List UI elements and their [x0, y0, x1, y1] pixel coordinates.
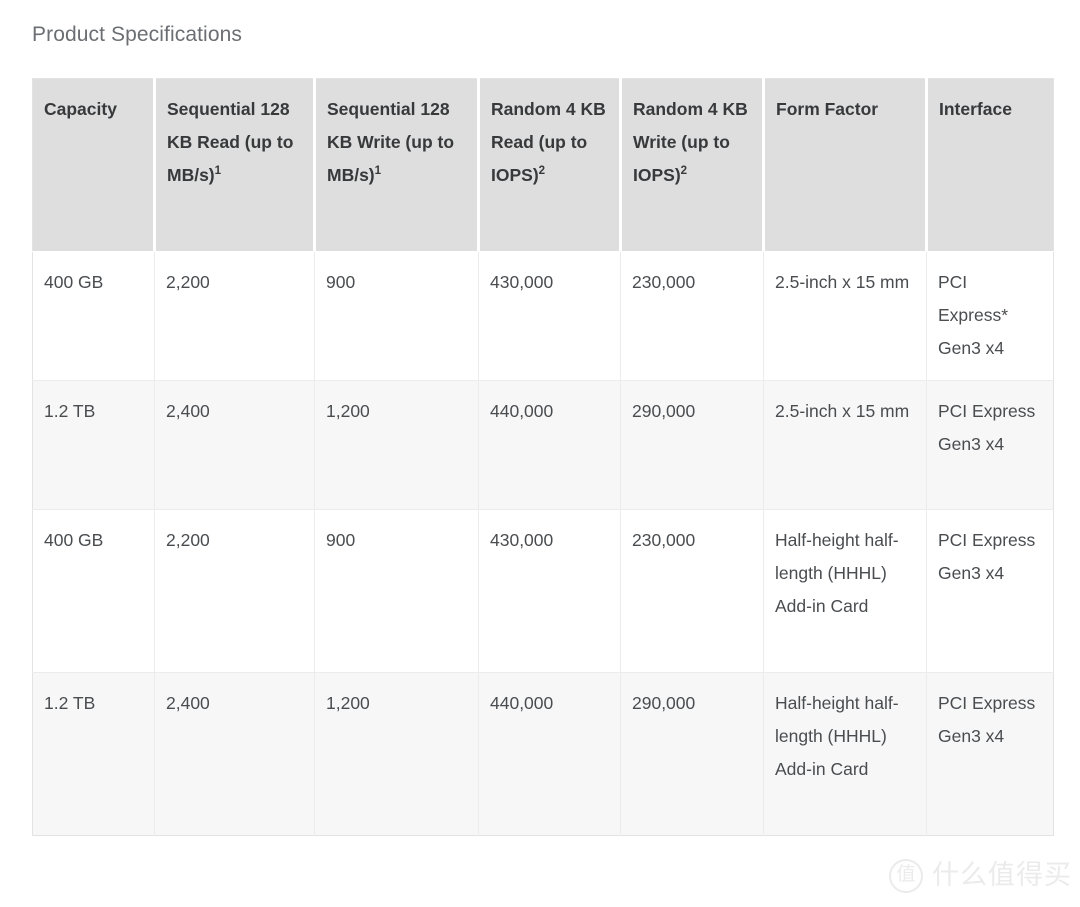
cell-interface: PCI Express Gen3 x4 — [926, 380, 1054, 510]
column-header-label: Form Factor — [776, 99, 879, 119]
cell-random-write: 290,000 — [620, 672, 764, 836]
cell-form-factor: Half-height half-length (HHHL) Add-in Ca… — [763, 672, 927, 836]
table-body: 400 GB 2,200 900 430,000 230,000 2.5-inc… — [32, 251, 1054, 836]
column-header-random-read: Random 4 KB Read (up to IOPS)2 — [478, 78, 622, 252]
cell-sequential-write: 900 — [314, 251, 479, 381]
column-header-label: Random 4 KB Read (up to IOPS) — [491, 99, 606, 185]
cell-interface: PCI Express Gen3 x4 — [926, 672, 1054, 836]
footnote-marker: 1 — [374, 165, 382, 178]
watermark-text: 什么值得买 — [932, 860, 1072, 891]
cell-form-factor: 2.5-inch x 15 mm — [763, 380, 927, 510]
cell-capacity: 1.2 TB — [32, 672, 155, 836]
cell-capacity: 400 GB — [32, 509, 155, 673]
column-header-label: Sequential 128 KB Write (up to MB/s) — [327, 99, 455, 185]
table-row: 400 GB 2,200 900 430,000 230,000 2.5-inc… — [32, 251, 1054, 381]
cell-sequential-write: 1,200 — [314, 672, 479, 836]
column-header-label: Interface — [939, 99, 1012, 119]
table-row: 400 GB 2,200 900 430,000 230,000 Half-he… — [32, 509, 1054, 673]
table-header: Capacity Sequential 128 KB Read (up to M… — [32, 78, 1054, 252]
cell-interface: PCI Express* Gen3 x4 — [926, 251, 1054, 381]
cell-random-write: 230,000 — [620, 509, 764, 673]
watermark-logo-icon: 值 — [889, 859, 923, 893]
cell-sequential-read: 2,200 — [154, 509, 315, 673]
watermark: 值 什么值得买 — [889, 859, 1072, 893]
table-row: 1.2 TB 2,400 1,200 440,000 290,000 Half-… — [32, 672, 1054, 836]
table-header-row: Capacity Sequential 128 KB Read (up to M… — [32, 78, 1054, 252]
cell-sequential-write: 900 — [314, 509, 479, 673]
cell-random-write: 230,000 — [620, 251, 764, 381]
cell-form-factor: Half-height half-length (HHHL) Add-in Ca… — [763, 509, 927, 673]
cell-sequential-read: 2,400 — [154, 380, 315, 510]
cell-interface: PCI Express Gen3 x4 — [926, 509, 1054, 673]
page-title: Product Specifications — [32, 23, 242, 46]
column-header-sequential-read: Sequential 128 KB Read (up to MB/s)1 — [154, 78, 316, 252]
cell-sequential-read: 2,200 — [154, 251, 315, 381]
cell-random-read: 440,000 — [478, 380, 621, 510]
column-header-sequential-write: Sequential 128 KB Write (up to MB/s)1 — [314, 78, 480, 252]
column-header-interface: Interface — [926, 78, 1054, 252]
cell-random-read: 430,000 — [478, 251, 621, 381]
page-root: Product Specifications Capacity Sequenti… — [0, 0, 1080, 907]
product-specifications-table: Capacity Sequential 128 KB Read (up to M… — [32, 78, 1054, 836]
column-header-capacity: Capacity — [32, 78, 156, 252]
cell-random-read: 430,000 — [478, 509, 621, 673]
cell-form-factor: 2.5-inch x 15 mm — [763, 251, 927, 381]
cell-sequential-write: 1,200 — [314, 380, 479, 510]
footnote-marker: 1 — [214, 165, 222, 178]
column-header-label: Random 4 KB Write (up to IOPS) — [633, 99, 748, 185]
column-header-label: Sequential 128 KB Read (up to MB/s) — [167, 99, 294, 185]
cell-capacity: 400 GB — [32, 251, 155, 381]
cell-sequential-read: 2,400 — [154, 672, 315, 836]
product-specifications-table-container: Capacity Sequential 128 KB Read (up to M… — [32, 78, 1054, 836]
column-header-random-write: Random 4 KB Write (up to IOPS)2 — [620, 78, 765, 252]
footnote-marker: 2 — [538, 165, 546, 178]
cell-capacity: 1.2 TB — [32, 380, 155, 510]
footnote-marker: 2 — [680, 165, 688, 178]
cell-random-read: 440,000 — [478, 672, 621, 836]
table-row: 1.2 TB 2,400 1,200 440,000 290,000 2.5-i… — [32, 380, 1054, 510]
cell-random-write: 290,000 — [620, 380, 764, 510]
column-header-label: Capacity — [44, 99, 117, 119]
column-header-form-factor: Form Factor — [763, 78, 928, 252]
